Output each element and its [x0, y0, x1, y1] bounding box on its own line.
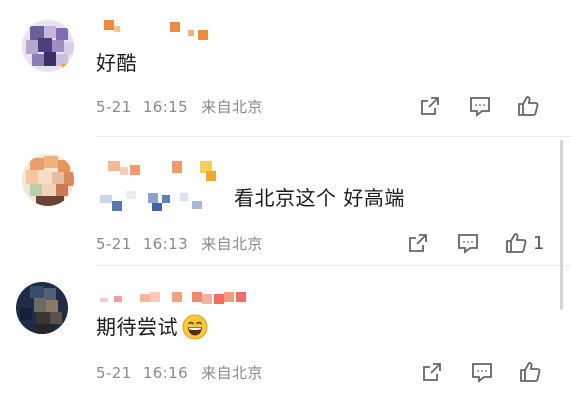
comment-text: 看北京这个 好高端 — [234, 186, 405, 210]
avatar[interactable] — [22, 20, 74, 72]
username[interactable] — [100, 290, 260, 308]
like-button[interactable] — [516, 94, 545, 118]
share-icon — [421, 97, 439, 115]
comment-icon — [470, 97, 490, 117]
comment-button[interactable] — [470, 360, 494, 384]
like-count: 1 — [533, 232, 545, 254]
share-button[interactable] — [420, 360, 444, 384]
avatar[interactable] — [16, 282, 68, 334]
comment-time: 16:16 — [142, 364, 189, 382]
comment-location: 来自北京 — [201, 364, 263, 382]
comment-meta: 5-21 16:16 来自北京 — [96, 362, 263, 383]
comment-date: 5-21 — [96, 235, 132, 253]
thumbs-up-icon — [520, 362, 541, 382]
comment-item: 期待尝试 5-21 16:16 来自北京 — [0, 266, 571, 400]
comment-button[interactable] — [468, 94, 492, 118]
username[interactable] — [96, 18, 216, 40]
like-button[interactable] — [518, 360, 547, 384]
share-icon — [423, 363, 441, 381]
comment-item: 好酷 5-21 16:15 来自北京 — [0, 0, 571, 136]
comment-text-content: 期待尝试 — [96, 315, 178, 339]
comment-location: 来自北京 — [201, 98, 263, 116]
comment-icon — [472, 363, 492, 383]
comment-icon — [458, 234, 478, 254]
share-button[interactable] — [418, 94, 442, 118]
comment-text: 好酷 — [96, 51, 137, 75]
like-button[interactable]: 1 — [504, 231, 544, 255]
comment-location: 来自北京 — [201, 235, 263, 253]
thumbs-up-icon — [518, 96, 539, 116]
avatar[interactable] — [22, 154, 74, 206]
comment-button[interactable] — [456, 231, 480, 255]
comment-meta: 5-21 16:15 来自北京 — [96, 96, 263, 117]
username[interactable] — [100, 161, 220, 215]
comment-date: 5-21 — [96, 98, 132, 116]
thumbs-up-icon — [506, 233, 527, 253]
comment-item: 看北京这个 好高端 5-21 16:13 来自北京 1 — [0, 137, 571, 265]
share-button[interactable] — [406, 231, 430, 255]
grinning-emoji-icon — [182, 314, 208, 339]
comment-time: 16:15 — [142, 98, 189, 116]
comment-date: 5-21 — [96, 364, 132, 382]
comment-time: 16:13 — [142, 235, 189, 253]
comment-meta: 5-21 16:13 来自北京 — [96, 233, 263, 254]
comment-text: 期待尝试 — [96, 314, 208, 342]
scrollbar[interactable] — [560, 140, 563, 310]
share-icon — [409, 234, 427, 252]
